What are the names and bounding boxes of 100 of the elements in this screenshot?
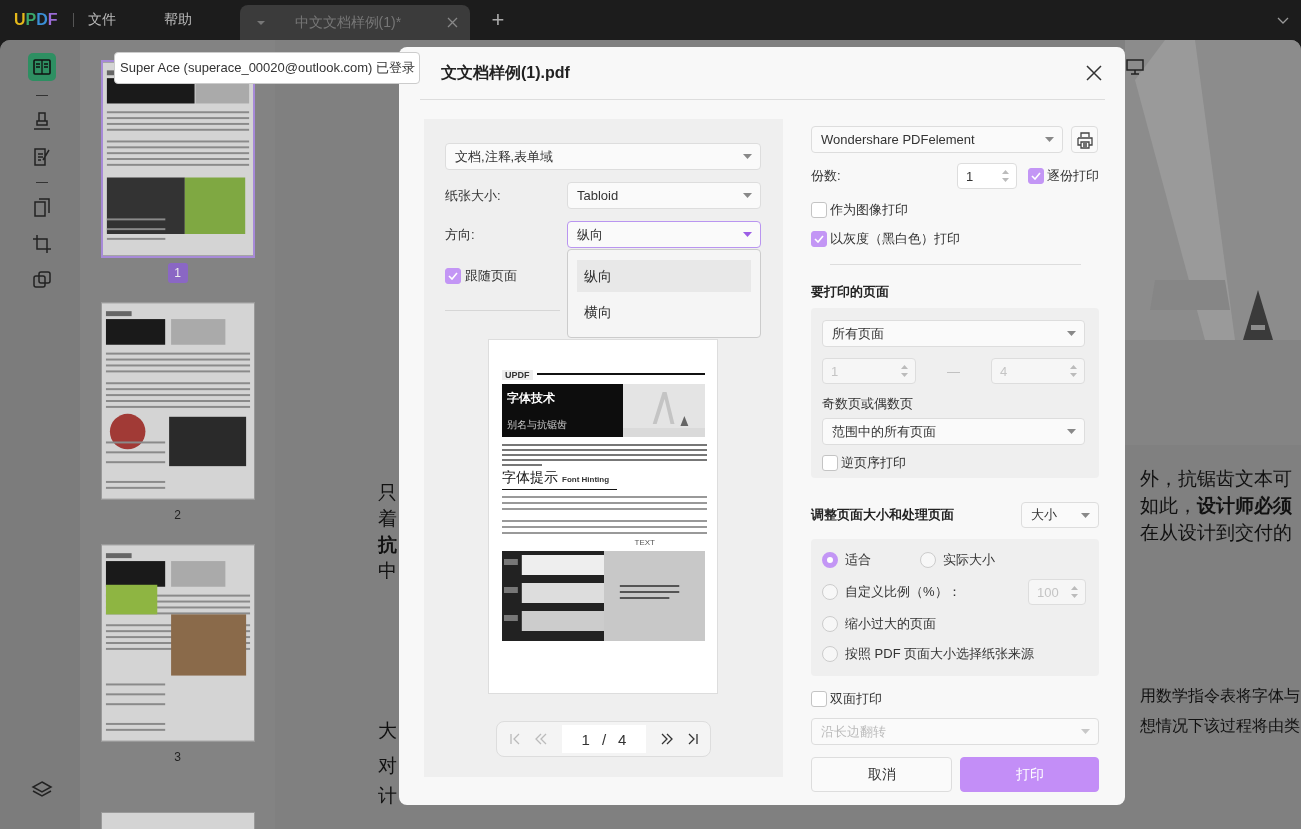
checkbox[interactable] bbox=[811, 231, 827, 247]
printer-properties-button[interactable] bbox=[1071, 126, 1098, 153]
spinner-arrows-icon bbox=[1070, 364, 1077, 378]
preview-heading-note: Font Hinting bbox=[562, 475, 610, 484]
preview-subtitle: 别名与抗锯齿 bbox=[507, 417, 568, 432]
field-label: 份数: bbox=[811, 167, 841, 185]
checkbox-label: 以灰度（黑白色）打印 bbox=[830, 230, 960, 248]
page-input[interactable]: 1 bbox=[581, 730, 590, 748]
chevron-down-icon[interactable] bbox=[1277, 16, 1289, 24]
caret-icon bbox=[1067, 331, 1076, 336]
document-text: 如此，设计师必须 bbox=[1140, 495, 1292, 517]
document-text: 外，抗锯齿文本可 bbox=[1140, 468, 1292, 490]
caret-icon bbox=[1045, 137, 1054, 142]
document-text: 在从设计到交付的 bbox=[1140, 522, 1292, 544]
content-select[interactable]: 文档,注释,表单域 bbox=[445, 143, 761, 170]
highlighter-icon[interactable] bbox=[31, 110, 53, 132]
caret-icon bbox=[743, 193, 752, 198]
radio-button[interactable] bbox=[822, 646, 838, 662]
caret-icon bbox=[1081, 512, 1090, 518]
checkbox[interactable] bbox=[445, 268, 461, 284]
radio-button[interactable] bbox=[822, 616, 838, 632]
section-heading: 要打印的页面 bbox=[811, 283, 890, 301]
field-label: 纸张大小: bbox=[445, 186, 502, 205]
document-text: 对 bbox=[378, 755, 397, 777]
checkbox[interactable] bbox=[811, 691, 827, 707]
page-thumbnail[interactable] bbox=[100, 544, 255, 742]
check-icon bbox=[448, 272, 458, 280]
document-text: 大 bbox=[378, 720, 397, 742]
checkbox[interactable] bbox=[822, 455, 838, 471]
caret-icon bbox=[743, 232, 752, 237]
field-label: 方向: bbox=[445, 225, 476, 244]
caret-icon bbox=[743, 154, 752, 159]
last-page-icon[interactable] bbox=[687, 733, 700, 745]
page-number: 1 bbox=[167, 263, 188, 283]
section-heading: 调整页面大小和处理页面 bbox=[811, 506, 954, 524]
page-range-select[interactable]: 所有页面 bbox=[822, 320, 1085, 347]
caret-icon bbox=[256, 20, 265, 25]
paper-size-select[interactable]: Tabloid bbox=[567, 182, 761, 209]
document-text: 计 bbox=[378, 785, 397, 807]
document-text: 想情况下该过程将由类 bbox=[1140, 716, 1300, 736]
radio-button[interactable] bbox=[822, 552, 838, 568]
logo-text: UPDF bbox=[502, 370, 533, 380]
check-icon bbox=[814, 235, 824, 243]
preview-title: 字体技术 bbox=[507, 389, 556, 407]
previous-page-icon[interactable] bbox=[534, 733, 549, 745]
field-label: 奇数页或偶数页 bbox=[822, 395, 914, 413]
radio-button[interactable] bbox=[822, 584, 838, 600]
dropdown-option[interactable]: 纵向 bbox=[577, 260, 751, 292]
document-text: 用数学指令表将字体与 bbox=[1140, 686, 1300, 706]
printer-icon bbox=[1075, 130, 1094, 149]
next-page-icon[interactable] bbox=[659, 733, 674, 745]
sizing-mode-select[interactable]: 大小 bbox=[1021, 502, 1099, 528]
dropdown-option[interactable]: 横向 bbox=[577, 296, 751, 328]
pages-icon[interactable] bbox=[31, 197, 53, 219]
presentation-icon[interactable] bbox=[1125, 58, 1145, 76]
preview-heading: 字体提示 bbox=[502, 469, 558, 487]
caret-icon bbox=[1067, 429, 1076, 434]
edit-icon[interactable] bbox=[31, 146, 53, 168]
document-text: 只 bbox=[378, 482, 397, 504]
spinner-arrows-icon bbox=[1071, 585, 1078, 599]
spinner-arrows-icon bbox=[901, 364, 908, 378]
first-page-icon[interactable] bbox=[508, 733, 521, 745]
checkbox-label: 作为图像打印 bbox=[830, 201, 908, 219]
check-icon bbox=[1031, 172, 1041, 180]
copy-icon[interactable] bbox=[31, 269, 53, 291]
radio-label: 按照 PDF 页面大小选择纸张来源 bbox=[845, 645, 1035, 663]
cancel-button[interactable]: 取消 bbox=[811, 757, 952, 792]
image-caption: TEXT bbox=[634, 538, 655, 547]
radio-label: 实际大小 bbox=[943, 551, 995, 569]
menu-item[interactable]: 文件 bbox=[87, 11, 116, 29]
checkbox[interactable] bbox=[811, 202, 827, 218]
range-dash: — bbox=[947, 363, 960, 379]
checkbox-label: 双面打印 bbox=[830, 690, 882, 708]
spinner-arrows-icon bbox=[1002, 169, 1009, 183]
account-tooltip: Super Ace (superace_00020@outlook.com) 已登录 bbox=[114, 52, 420, 84]
page-thumbnail[interactable] bbox=[100, 302, 255, 500]
page-separator: / bbox=[601, 730, 607, 748]
document-text: 着 bbox=[378, 508, 397, 530]
radio-label: 缩小过大的页面 bbox=[845, 615, 936, 633]
radio-label: 适合 bbox=[845, 551, 871, 569]
close-icon[interactable] bbox=[1086, 65, 1102, 81]
checkbox[interactable] bbox=[1028, 168, 1044, 184]
odd-even-select[interactable]: 范围中的所有页面 bbox=[822, 418, 1085, 445]
new-tab-button[interactable]: + bbox=[491, 7, 505, 33]
page-number: 2 bbox=[173, 507, 182, 524]
checkbox-label: 跟随页面 bbox=[465, 267, 517, 285]
checkbox-label: 逆页序打印 bbox=[841, 454, 906, 472]
checkbox-label: 逐份打印 bbox=[1047, 167, 1099, 185]
menu-item[interactable]: 帮助 bbox=[163, 11, 192, 29]
caret-icon bbox=[1081, 729, 1090, 734]
number-field[interactable]: 1 bbox=[957, 163, 1017, 189]
reader-icon[interactable] bbox=[28, 53, 56, 81]
document-text: 中 bbox=[378, 560, 397, 582]
crop-icon[interactable] bbox=[31, 233, 53, 255]
page-number: 3 bbox=[173, 749, 182, 766]
orientation-select[interactable]: 纵向 bbox=[567, 221, 761, 248]
radio-button[interactable] bbox=[920, 552, 936, 568]
radio-label: 自定义比例（%）： bbox=[845, 583, 961, 601]
page-total: 4 bbox=[618, 730, 627, 748]
printer-select[interactable]: Wondershare PDFelement bbox=[811, 126, 1063, 153]
